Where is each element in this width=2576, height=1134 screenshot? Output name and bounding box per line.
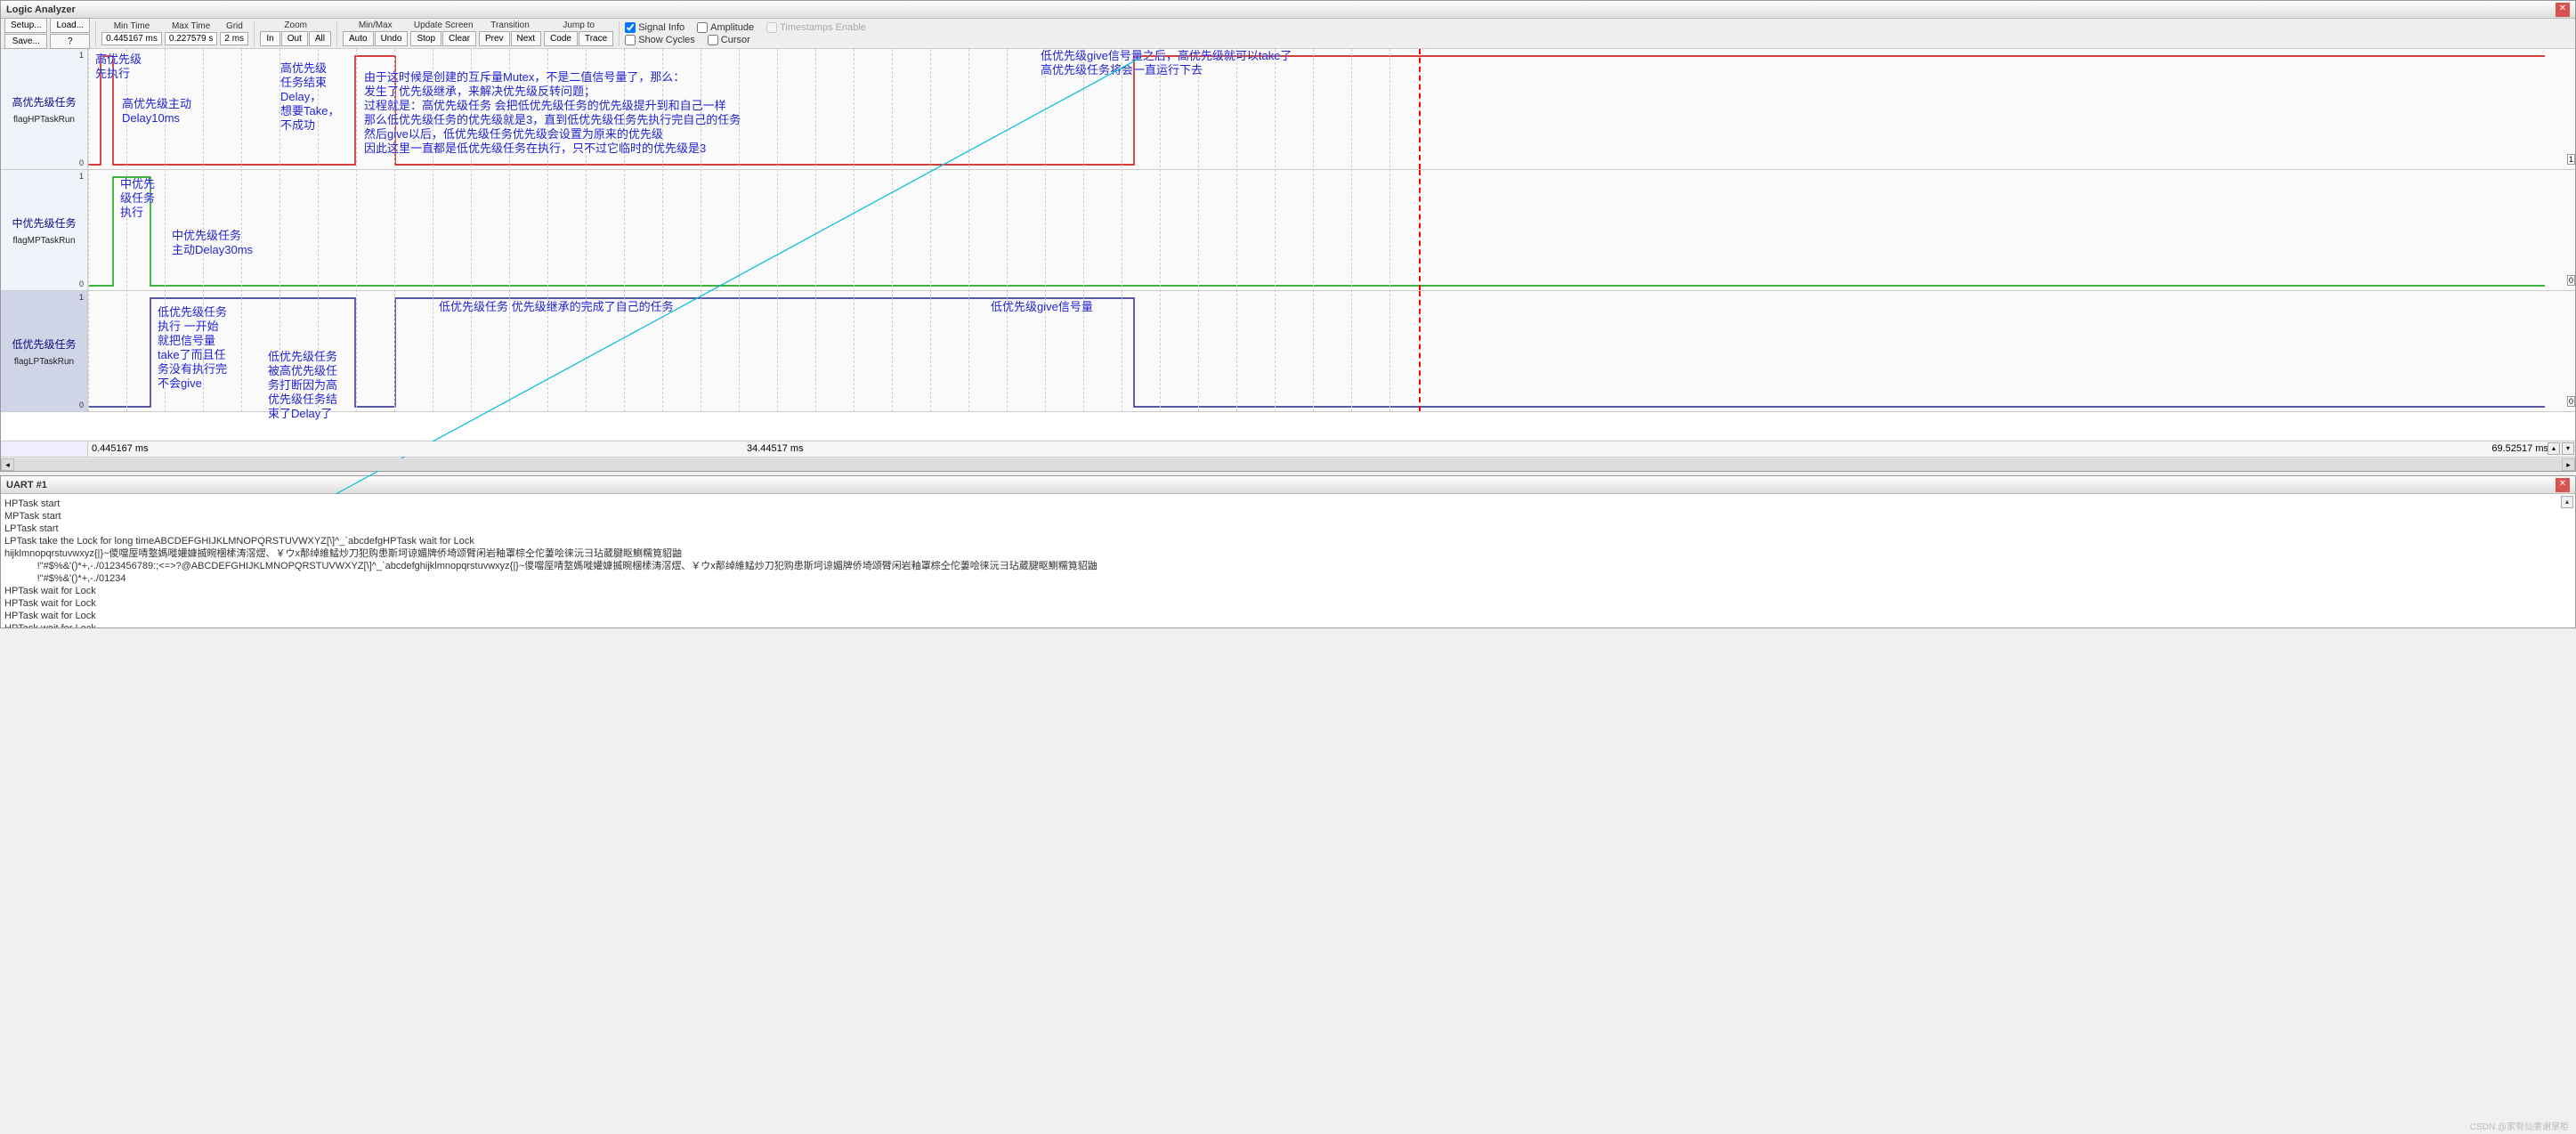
uart-title: UART #1 [6, 480, 47, 490]
auto-button[interactable]: Auto [343, 31, 374, 46]
zoom-out-button[interactable]: Out [281, 31, 308, 46]
h-scrollbar[interactable]: ◂ ▸ [1, 457, 2575, 471]
timestamps-checkbox: Timestamps Enable [766, 22, 866, 33]
la-waveform-area[interactable]: 高优先级任务 flagHPTaskRun 10 1 中优先级任务 flagMPT… [1, 49, 2575, 441]
uart-title-bar: UART #1 ✕ [1, 476, 2575, 494]
time-left: 0.445167 ms [92, 443, 149, 454]
grid-value[interactable]: 2 ms [220, 32, 248, 45]
annotation-lp1: 低优先级任务 执行 一开始 就把信号量 take了而且任 务没有执行完 不会gi… [158, 305, 227, 391]
time-scale-bar: 0.445167 ms 34.44517 ms 69.52517 ms ▴ ▾ [1, 441, 2575, 457]
signal-label-lp[interactable]: 低优先级任务 flagLPTaskRun [1, 291, 88, 411]
la-title-bar: Logic Analyzer ✕ [1, 1, 2575, 19]
scale-down-icon[interactable]: ▾ [2562, 442, 2574, 455]
scroll-right-icon[interactable]: ▸ [2562, 458, 2575, 471]
uart-close-icon[interactable]: ✕ [2556, 478, 2570, 492]
scale-up-icon[interactable]: ▴ [2548, 442, 2560, 455]
trace-button[interactable]: Trace [579, 31, 613, 46]
annotation-mp2: 中优先级任务 主动Delay30ms [172, 229, 253, 257]
undo-button[interactable]: Undo [375, 31, 409, 46]
maxtime-label: Max Time [172, 21, 210, 31]
jumpto-label: Jump to [563, 20, 595, 30]
la-title: Logic Analyzer [6, 4, 76, 15]
waveform-mp[interactable]: 10 0 [88, 170, 2575, 290]
signal-label-mp[interactable]: 中优先级任务 flagMPTaskRun [1, 170, 88, 290]
next-button[interactable]: Next [511, 31, 542, 46]
annotation-lp2: 低优先级任务 被高优先级任 务打断因为高 优先级任务结 束了Delay了 [268, 350, 337, 421]
signal-row-lp: 低优先级任务 flagLPTaskRun 10 0 [1, 291, 2575, 412]
setup-button[interactable]: Setup... [4, 18, 47, 33]
prev-button[interactable]: Prev [479, 31, 510, 46]
minmax-label: Min/Max [359, 20, 393, 30]
close-icon[interactable]: ✕ [2556, 3, 2570, 17]
save-button[interactable]: Save... [4, 34, 47, 49]
mintime-value[interactable]: 0.445167 ms [101, 32, 162, 45]
annotation-mp1: 中优先 级任务 执行 [120, 177, 155, 220]
annotation-hp5: 低优先级give信号量之后，高优先级就可以take了 高优先级任务将会一直运行下… [1041, 49, 1292, 77]
code-button[interactable]: Code [544, 31, 578, 46]
uart-output[interactable]: HPTask start MPTask start LPTask start L… [1, 494, 2575, 628]
logic-analyzer-window: Logic Analyzer ✕ Setup... Save... Load..… [0, 0, 2576, 472]
clear-button[interactable]: Clear [442, 31, 476, 46]
time-right: 69.52517 ms [2491, 443, 2548, 454]
annotation-hp1: 高优先级 先执行 [95, 53, 142, 81]
annotation-hp2: 高优先级主动 Delay10ms [122, 97, 191, 126]
la-toolbar: Setup... Save... Load... ? Min Time 0.44… [1, 19, 2575, 49]
zoom-all-button[interactable]: All [309, 31, 331, 46]
annotation-hp4: 由于这时候是创建的互斥量Mutex，不是二值信号量了，那么： 发生了优先级继承，… [364, 70, 741, 156]
annotation-hp3: 高优先级 任务结束 Delay， 想要Take， 不成功 [280, 61, 339, 133]
scroll-left-icon[interactable]: ◂ [1, 458, 14, 471]
uart-window: UART #1 ✕ HPTask start MPTask start LPTa… [0, 475, 2576, 628]
signal-info-checkbox[interactable]: Signal Info [625, 22, 685, 33]
uart-scroll-up-icon[interactable]: ▴ [2561, 496, 2573, 508]
update-label: Update Screen [414, 20, 474, 30]
help-button[interactable]: ? [50, 34, 90, 49]
time-mid: 34.44517 ms [747, 443, 804, 454]
signal-label-hp[interactable]: 高优先级任务 flagHPTaskRun [1, 49, 88, 169]
zoom-in-button[interactable]: In [260, 31, 279, 46]
grid-label: Grid [226, 21, 243, 31]
zoom-label: Zoom [284, 20, 307, 30]
amplitude-checkbox[interactable]: Amplitude [697, 22, 754, 33]
transition-label: Transition [490, 20, 530, 30]
mintime-label: Min Time [114, 21, 150, 31]
maxtime-value[interactable]: 0.227579 s [165, 32, 218, 45]
cursor-checkbox[interactable]: Cursor [708, 35, 750, 45]
watermark: CSDN @家有仙妻谢掌柜 [2470, 1119, 2569, 1132]
load-button[interactable]: Load... [50, 18, 90, 33]
signal-row-mp: 中优先级任务 flagMPTaskRun 10 0 [1, 170, 2575, 291]
annotation-lp3: 低优先级任务 优先级继承的完成了自己的任务 [439, 300, 674, 314]
show-cycles-checkbox[interactable]: Show Cycles [625, 35, 695, 45]
annotation-lp4: 低优先级give信号量 [991, 300, 1093, 314]
stop-button[interactable]: Stop [410, 31, 441, 46]
